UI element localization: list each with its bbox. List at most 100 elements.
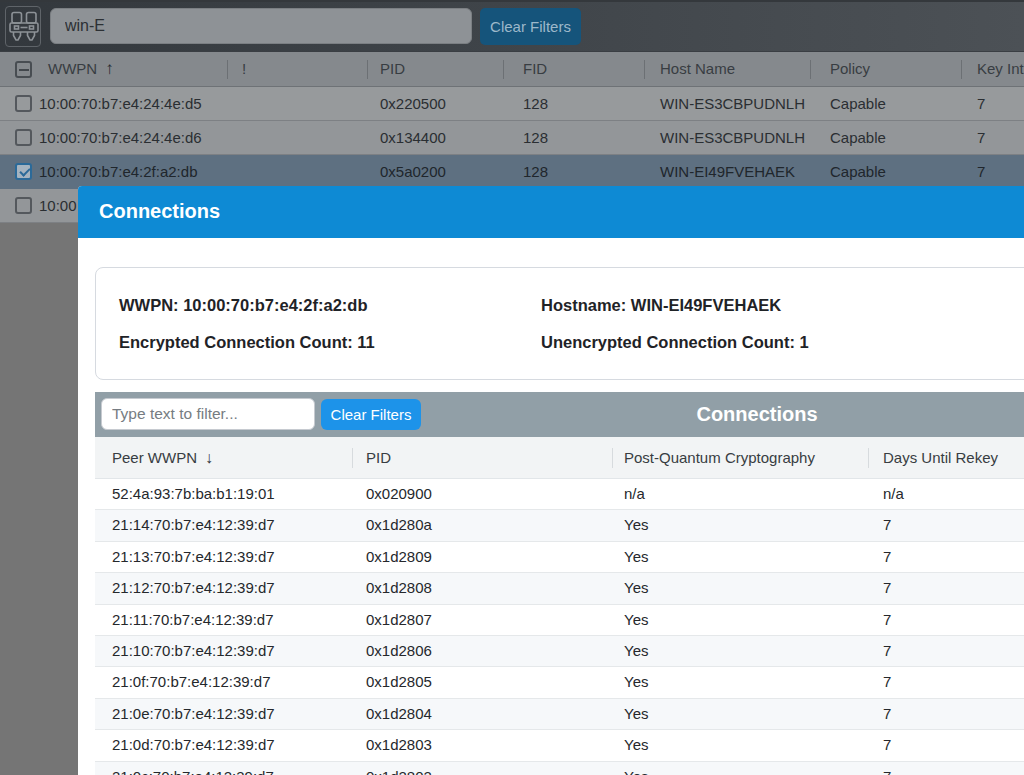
device-column-header[interactable]: ! (242, 52, 246, 86)
row-checkbox-checked[interactable] (15, 163, 32, 180)
cell: 21:0e:70:b7:e4:12:39:d7 (112, 699, 275, 730)
connections-table-row: 21:0d:70:b7:e4:12:39:d7 0x1d2803 Yes 7 (95, 730, 1024, 761)
sort-descending-icon: ↓ (205, 449, 213, 466)
cell: 0x1d2803 (366, 730, 432, 761)
column-divider (644, 60, 645, 79)
cell: Yes (624, 762, 648, 775)
device-column-header[interactable]: PID (380, 52, 405, 86)
row-checkbox[interactable] (15, 129, 32, 146)
connections-table-row: 21:14:70:b7:e4:12:39:d70x1d280aYes7 (95, 510, 1024, 541)
fabric-switch-icon (9, 11, 39, 44)
cell: 7 (883, 636, 891, 667)
fabric-switch-icon-button[interactable] (5, 6, 41, 47)
cell-fid: 128 (523, 121, 548, 154)
cell: Yes (624, 542, 648, 573)
device-column-header[interactable]: FID (523, 52, 547, 86)
summary-unencrypted-count: Unencrypted Connection Count: 1 (541, 333, 809, 352)
device-table-row[interactable]: 10:00:70:b7:e4:24:4e:d50x220500128WIN-ES… (0, 87, 1024, 121)
connections-column-header[interactable]: Post-Quantum Cryptography (624, 437, 815, 478)
cell: Yes (624, 573, 648, 604)
select-all-checkbox[interactable] (15, 61, 32, 78)
cell: Yes (624, 510, 648, 541)
connections-table-row: 21:10:70:b7:e4:12:39:d70x1d2806Yes7 (95, 636, 1024, 667)
cell: 21:0f:70:b7:e4:12:39:d7 (112, 667, 270, 698)
cell-host: WIN-ES3CBPUDNLH (660, 121, 805, 154)
cell-key_int: 7 (977, 121, 985, 154)
cell-policy: Capable (830, 87, 886, 120)
cell: Yes (624, 667, 648, 698)
modal-title: Connections (99, 186, 220, 237)
cell: 0x1d2805 (366, 667, 432, 698)
row-checkbox[interactable] (15, 95, 32, 112)
cell: 7 (883, 573, 891, 604)
column-divider (612, 448, 613, 468)
cell: Yes (624, 730, 648, 761)
connections-table-row: 52:4a:93:7b:ba:b1:19:010x020900n/an/a (95, 479, 1024, 510)
device-column-header[interactable]: Key Int (977, 52, 1024, 86)
connections-column-header[interactable]: Days Until Rekey (883, 437, 998, 478)
toolbar: Clear Filters (0, 0, 1024, 52)
cell-wwpn: 10:00 (39, 189, 77, 222)
cell: Yes (624, 605, 648, 636)
cell: 52:4a:93:7b:ba:b1:19:01 (112, 479, 275, 510)
column-divider (227, 60, 228, 79)
connections-modal: Connections WWPN: 10:00:70:b7:e4:2f:a2:d… (78, 186, 1024, 775)
cell-pid: 0x134400 (380, 121, 446, 154)
cell: Yes (624, 699, 648, 730)
connections-table-row: 21:12:70:b7:e4:12:39:d70x1d2808Yes7 (95, 573, 1024, 604)
connections-column-header[interactable]: Peer WWPN↓ (112, 437, 213, 478)
summary-wwpn: WWPN: 10:00:70:b7:e4:2f:a2:db (119, 296, 367, 315)
device-table-header: WWPN↑! PID FID Host Name Policy Key Int (0, 52, 1024, 87)
cell: 21:0c:70:b7:e4:12:39:d7 (112, 762, 274, 775)
cell: 21:14:70:b7:e4:12:39:d7 (112, 510, 275, 541)
summary-card: WWPN: 10:00:70:b7:e4:2f:a2:db Hostname: … (95, 267, 1024, 380)
cell: 7 (883, 605, 891, 636)
summary-hostname: Hostname: WIN-EI49FVEHAEK (541, 296, 781, 315)
cell: 21:13:70:b7:e4:12:39:d7 (112, 542, 275, 573)
connections-filter-input[interactable] (101, 398, 315, 430)
column-divider (367, 60, 368, 79)
cell-pid: 0x5a0200 (380, 155, 446, 188)
device-column-header[interactable]: Host Name (660, 52, 735, 86)
connections-table-row: 21:11:70:b7:e4:12:39:d7 0x1d2807 Yes 7 (95, 605, 1024, 636)
connections-column-header[interactable]: PID (366, 437, 391, 478)
connections-table-row: 21:0f:70:b7:e4:12:39:d70x1d2805Yes7 (95, 667, 1024, 698)
cell: 0x1d2807 (366, 605, 432, 636)
cell: Yes (624, 636, 648, 667)
device-filter-input[interactable] (50, 8, 472, 44)
cell-fid: 128 (523, 155, 548, 188)
modal-header: Connections (78, 186, 1024, 238)
connections-table-body: 52:4a:93:7b:ba:b1:19:010x020900n/an/a21:… (95, 479, 1024, 775)
connections-table-row: 21:0c:70:b7:e4:12:39:d70x1d2802Yes7 (95, 762, 1024, 775)
device-table-row[interactable]: 10:00:70:b7:e4:2f:a2:db0x5a0200128WIN-EI… (0, 155, 1024, 189)
connections-clear-filters-button[interactable]: Clear Filters (321, 399, 421, 430)
cell: 21:0d:70:b7:e4:12:39:d7 (112, 730, 275, 761)
cell-key_int: 7 (977, 155, 985, 188)
row-checkbox[interactable] (15, 197, 32, 214)
column-divider (868, 448, 869, 468)
cell-fid: 128 (523, 87, 548, 120)
device-clear-filters-button[interactable]: Clear Filters (480, 8, 581, 45)
cell: 0x1d280a (366, 510, 432, 541)
cell-wwpn: 10:00:70:b7:e4:24:4e:d5 (39, 87, 202, 120)
connections-table-row: 21:13:70:b7:e4:12:39:d70x1d2809Yes7 (95, 542, 1024, 573)
cell: 7 (883, 730, 891, 761)
connections-table-header: Peer WWPN↓ PID Post-Quantum Cryptography Da… (95, 437, 1024, 479)
cell: 0x020900 (366, 479, 432, 510)
cell: 0x1d2809 (366, 542, 432, 573)
cell: 0x1d2804 (366, 699, 432, 730)
cell-wwpn: 10:00:70:b7:e4:2f:a2:db (39, 155, 197, 188)
column-divider (810, 60, 811, 79)
device-table-row[interactable]: 10:00:70:b7:e4:24:4e:d6 0x134400 128 WIN-ES… (0, 121, 1024, 155)
cell-wwpn: 10:00:70:b7:e4:24:4e:d6 (39, 121, 202, 154)
sort-ascending-icon: ↑ (105, 59, 114, 78)
cell: n/a (883, 479, 904, 510)
summary-encrypted-count: Encrypted Connection Count: 11 (119, 333, 375, 352)
device-column-header[interactable]: Policy (830, 52, 870, 86)
cell: 21:12:70:b7:e4:12:39:d7 (112, 573, 275, 604)
device-column-header[interactable]: WWPN↑ (48, 52, 114, 86)
cell: 0x1d2806 (366, 636, 432, 667)
cell-policy: Capable (830, 155, 886, 188)
column-divider (352, 448, 353, 468)
cell: 21:11:70:b7:e4:12:39:d7 (112, 605, 274, 636)
